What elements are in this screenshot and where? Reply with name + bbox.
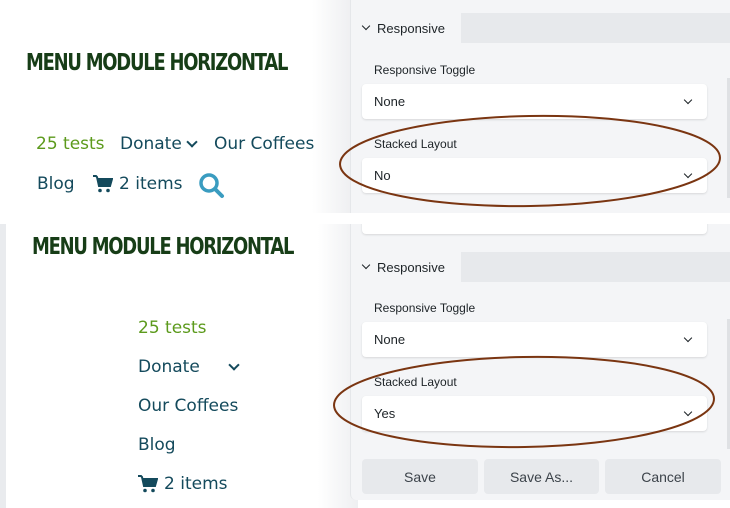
chevron-down-icon [361, 21, 371, 31]
chevron-down-icon [683, 407, 693, 416]
field-label-responsive-toggle: Responsive Toggle [374, 301, 476, 315]
stacked-layout-select[interactable]: No [362, 158, 707, 193]
section-header: Responsive [351, 13, 730, 43]
menu-item-label: Blog [37, 174, 75, 194]
section-header: Responsive [351, 252, 730, 282]
menu-item-label: 25 tests [138, 318, 207, 338]
chevron-down-icon [683, 95, 693, 104]
select-value: Yes [374, 406, 396, 421]
page-preview: MENU MODULE HORIZONTAL 25 tests Donate O… [0, 224, 358, 508]
settings-panel: Responsive Responsive Toggle None Stacke… [350, 224, 730, 500]
menu-item-donate[interactable]: Donate [138, 357, 240, 377]
menu-item-label: 25 tests [36, 134, 105, 154]
field-label-stacked-layout: Stacked Layout [374, 137, 457, 151]
menu-item-our-coffees[interactable]: Our Coffees [138, 396, 238, 416]
select-value: None [374, 94, 406, 109]
chevron-down-icon [361, 260, 371, 270]
cart-icon [138, 475, 158, 493]
stacked-layout-select[interactable]: Yes [362, 396, 707, 431]
edge-shadow [312, 0, 352, 213]
menu-item-label: Donate [138, 357, 200, 377]
menu-item-cart[interactable]: 2 items [138, 474, 227, 494]
cart-icon [93, 175, 113, 193]
responsive-toggle-select[interactable]: None [362, 84, 707, 119]
menu-item-donate[interactable]: Donate [120, 134, 198, 154]
menu-item-label: 2 items [164, 474, 228, 494]
section-title: Responsive [377, 20, 445, 36]
menu-item-blog[interactable]: Blog [37, 174, 75, 194]
select-value: No [374, 168, 391, 183]
save-as-button[interactable]: Save As... [484, 459, 599, 494]
cancel-button[interactable]: Cancel [605, 459, 721, 494]
settings-panel: Responsive Responsive Toggle None Stacke… [350, 0, 730, 213]
menu-item-25-tests[interactable]: 25 tests [138, 318, 207, 338]
site-title: MENU MODULE HORIZONTAL [32, 234, 294, 260]
chevron-down-icon[interactable] [186, 135, 198, 148]
responsive-toggle-select[interactable]: None [362, 322, 707, 357]
section-toggle-responsive[interactable]: Responsive [351, 13, 461, 43]
screenshot-horizontal: MENU MODULE HORIZONTAL 25 tests Donate O… [0, 0, 730, 213]
section-title: Responsive [377, 259, 445, 275]
search-icon[interactable] [198, 172, 226, 200]
menu-item-label: Blog [138, 435, 176, 455]
field-label-stacked-layout: Stacked Layout [374, 375, 457, 389]
menu-item-label: Donate [120, 134, 182, 154]
chevron-down-icon[interactable] [228, 358, 240, 371]
section-toggle-responsive[interactable]: Responsive [351, 252, 461, 282]
screenshot-stacked: MENU MODULE HORIZONTAL 25 tests Donate O… [0, 224, 730, 508]
menu-item-blog[interactable]: Blog [138, 435, 176, 455]
save-button[interactable]: Save [362, 459, 478, 494]
menu-item-25-tests[interactable]: 25 tests [36, 134, 105, 154]
site-title: MENU MODULE HORIZONTAL [26, 50, 288, 76]
menu-item-label: 2 items [119, 174, 183, 194]
menu-item-our-coffees[interactable]: Our Coffees [214, 134, 314, 154]
menu-item-label: Our Coffees [214, 134, 315, 154]
select-value: None [374, 332, 406, 347]
field-label-responsive-toggle: Responsive Toggle [374, 63, 476, 77]
page-preview: MENU MODULE HORIZONTAL 25 tests Donate O… [0, 0, 352, 213]
chevron-down-icon [683, 333, 693, 342]
previous-field-select[interactable] [362, 224, 707, 234]
menu-item-label: Our Coffees [138, 396, 239, 416]
menu-item-cart[interactable]: 2 items [93, 174, 182, 194]
chevron-down-icon [683, 169, 693, 178]
